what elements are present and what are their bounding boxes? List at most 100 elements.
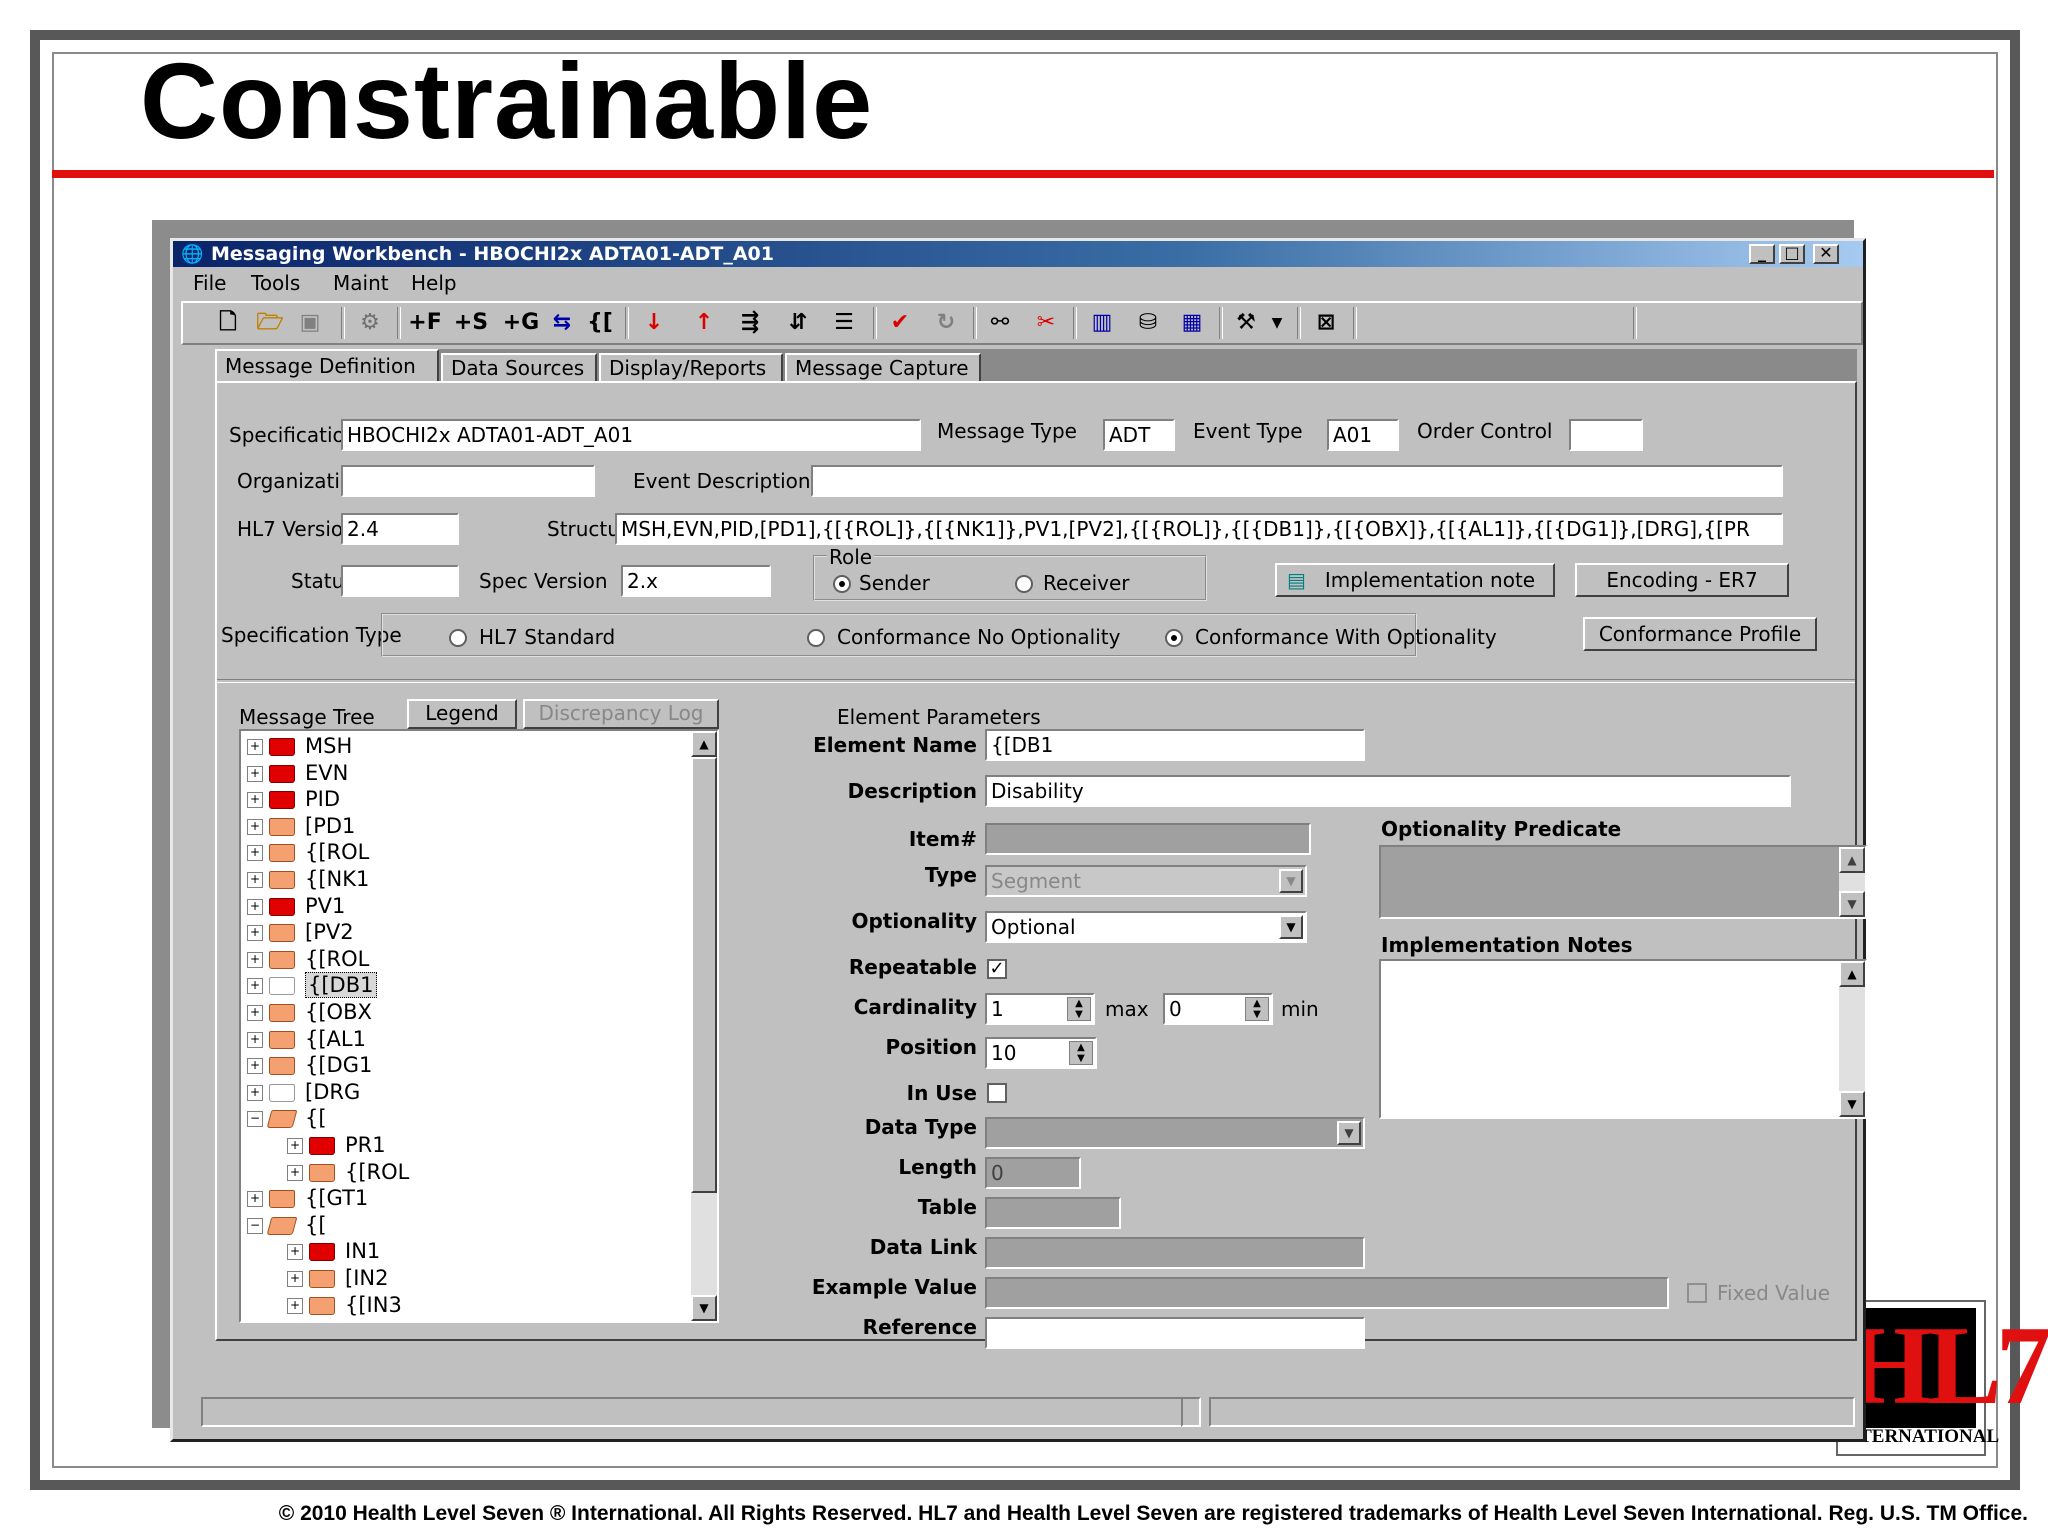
legend-button[interactable]: Legend [407, 699, 517, 729]
expand-icon[interactable]: + [287, 1271, 303, 1287]
scroll-up-icon[interactable]: ▲ [691, 731, 717, 757]
event-type-field[interactable]: A01 [1327, 419, 1399, 451]
chart-icon[interactable]: ▥ [1085, 307, 1119, 339]
expand-icon[interactable]: + [287, 1297, 303, 1314]
expand-icon[interactable]: + [247, 951, 263, 968]
implementation-notes-field[interactable]: ▲ ▼ [1379, 959, 1867, 1119]
tree-item[interactable]: + IN1 [287, 1238, 380, 1264]
cardinality-max-stepper[interactable]: 0 ▲ ▼ [1163, 993, 1273, 1025]
link-icon[interactable]: ⚯ [983, 307, 1017, 339]
tree-expand-icon[interactable]: ⇶ [733, 307, 767, 339]
database-icon[interactable]: ⛁ [1131, 307, 1165, 339]
spinner-arrows-icon[interactable]: ▲ ▼ [1245, 997, 1269, 1021]
tree-scrollbar[interactable]: ▲ ▼ [691, 731, 717, 1321]
menu-maint[interactable]: Maint [333, 271, 389, 295]
maximize-button[interactable]: □ [1779, 244, 1805, 264]
exit-icon[interactable]: ⊠ [1309, 307, 1343, 339]
element-name-field[interactable]: {[DB1 [985, 729, 1365, 761]
chevron-down-icon[interactable]: ▼ [1279, 915, 1303, 939]
move-down-icon[interactable]: ↓ [639, 307, 669, 339]
add-field-button[interactable]: +F [405, 307, 445, 339]
scroll-down-icon[interactable]: ▼ [1839, 891, 1865, 917]
open-folder-icon[interactable]: 🗁 [255, 307, 285, 339]
new-file-icon[interactable]: 🗋 [213, 307, 243, 339]
tab-message-capture[interactable]: Message Capture [785, 353, 981, 383]
menu-help[interactable]: Help [411, 271, 457, 295]
collapse-icon[interactable]: − [247, 1111, 263, 1128]
collapse-icon[interactable]: − [247, 1217, 263, 1234]
conformance-profile-button[interactable]: Conformance Profile [1583, 617, 1817, 651]
repeatable-checkbox[interactable]: ✓ [987, 959, 1007, 979]
scroll-up-icon[interactable]: ▲ [1839, 961, 1865, 987]
expand-icon[interactable]: + [247, 1191, 263, 1208]
tree-item[interactable]: + [DRG [247, 1079, 360, 1105]
expand-icon[interactable]: + [287, 1138, 303, 1154]
expand-icon[interactable]: + [247, 845, 263, 862]
spinner-arrows-icon[interactable]: ▲ ▼ [1069, 1041, 1093, 1065]
move-list-icon[interactable]: ⇆ [545, 307, 579, 339]
tree-item[interactable]: + PR1 [287, 1132, 386, 1158]
fixed-value-checkbox[interactable] [1687, 1283, 1707, 1303]
message-tree[interactable]: + MSH + EVN + PID + [PD1 + {[ROL + {[NK1 + PV1 + [PV2 +{… [239, 729, 719, 1323]
spec-version-field[interactable]: 2.x [621, 565, 771, 597]
expand-icon[interactable]: + [287, 1244, 303, 1261]
menu-tools[interactable]: Tools [251, 271, 300, 295]
hl7-version-field[interactable]: 2.4 [341, 513, 459, 545]
reference-field[interactable] [985, 1317, 1365, 1349]
scroll-down-icon[interactable]: ▼ [691, 1295, 717, 1321]
status-field[interactable] [341, 565, 459, 597]
cardinality-min-stepper[interactable]: 1 ▲ ▼ [985, 993, 1095, 1025]
scroll-down-icon[interactable]: ▼ [1839, 1091, 1865, 1117]
tree-item[interactable]: − {[ [247, 1105, 327, 1131]
position-stepper[interactable]: 10 ▲ ▼ [985, 1037, 1097, 1069]
tree-item[interactable]: + {[NK1 [247, 866, 369, 892]
expand-icon[interactable]: + [247, 1084, 263, 1101]
tree-item[interactable]: − {[ [247, 1212, 327, 1238]
expand-icon[interactable]: + [247, 1058, 263, 1075]
repeat-group-button[interactable]: {[ [583, 307, 617, 339]
message-type-field[interactable]: ADT [1103, 419, 1175, 451]
minimize-button[interactable]: _ [1749, 244, 1775, 264]
unlink-icon[interactable]: ✂ [1029, 307, 1063, 339]
tree-item[interactable]: + {[AL1 [247, 1026, 366, 1052]
tree-item[interactable]: + {[DB1 [247, 972, 377, 999]
specification-field[interactable]: HBOCHI2x ADTA01-ADT_A01 [341, 419, 921, 451]
tree-item[interactable]: + PV1 [247, 893, 345, 919]
expand-icon[interactable]: + [247, 792, 263, 809]
implementation-note-button[interactable]: ▤ Implementation note [1275, 563, 1555, 597]
table-grid-icon[interactable]: ▦ [1175, 307, 1209, 339]
expand-icon[interactable]: + [247, 765, 263, 782]
notes-scrollbar[interactable]: ▲ ▼ [1839, 961, 1865, 1117]
role-receiver-radio[interactable] [1015, 575, 1033, 593]
spec-type-hl7-radio[interactable] [449, 629, 467, 647]
tree-item[interactable]: + {[GT1 [247, 1185, 368, 1211]
event-description-field[interactable] [811, 465, 1783, 497]
tools-icon[interactable]: ⚒ [1229, 307, 1263, 339]
tree-item[interactable]: + {[IN3 [287, 1292, 402, 1318]
encoding-button[interactable]: Encoding - ER7 [1575, 563, 1789, 597]
role-sender-radio[interactable] [833, 575, 851, 593]
expand-icon[interactable]: + [287, 1164, 303, 1181]
expand-icon[interactable]: + [247, 898, 263, 915]
structure-field[interactable]: MSH,EVN,PID,[PD1],{[{ROL]},{[{NK1]},PV1,… [615, 513, 1783, 545]
tree-item[interactable]: + [PD1 [247, 813, 355, 839]
tree-item[interactable]: + {[DG1 [247, 1052, 372, 1078]
tree-item[interactable]: + [IN2 [287, 1265, 388, 1291]
optionality-dropdown[interactable]: Optional ▼ [985, 911, 1307, 943]
tab-data-sources[interactable]: Data Sources [441, 353, 597, 383]
in-use-checkbox[interactable] [987, 1083, 1007, 1103]
tab-message-definition[interactable]: Message Definition [215, 349, 439, 383]
order-control-field[interactable] [1569, 419, 1643, 451]
window-titlebar[interactable]: 🌐 Messaging Workbench - HBOCHI2x ADTA01-… [173, 241, 1863, 267]
expand-icon[interactable]: + [247, 1031, 263, 1048]
scroll-thumb[interactable] [691, 757, 717, 1193]
expand-icon[interactable]: + [247, 925, 263, 942]
tree-item[interactable]: + [PV2 [247, 919, 354, 945]
close-button[interactable]: ✕ [1813, 244, 1839, 264]
tree-item[interactable]: + {[ROL [247, 946, 369, 972]
tree-item[interactable]: + EVN [247, 760, 348, 786]
add-group-button[interactable]: +G [501, 307, 541, 339]
tree-item[interactable]: + {[ROL [247, 839, 369, 865]
spec-type-no-opt-radio[interactable] [807, 629, 825, 647]
spec-type-with-opt-radio[interactable] [1165, 629, 1183, 647]
